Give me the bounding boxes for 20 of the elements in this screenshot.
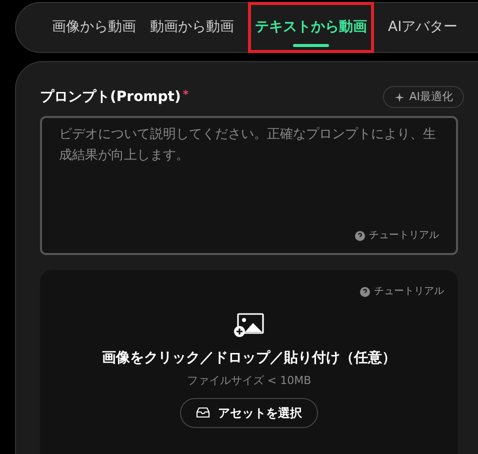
mode-tab[interactable]: 動画から動画 [150, 2, 234, 53]
mode-tab[interactable]: 画像から動画 [52, 2, 136, 53]
tutorial-link[interactable]: チュートリアル [355, 228, 439, 243]
tutorial-link[interactable]: チュートリアル [360, 284, 444, 299]
select-asset-button[interactable]: アセットを選択 [180, 398, 318, 428]
upload-title: 画像をクリック／ドロップ／貼り付け（任意） [102, 349, 396, 368]
tray-icon [196, 407, 210, 418]
add-image-icon [233, 313, 265, 338]
upload-area[interactable]: チュートリアル 画像をクリック／ドロップ／貼り付け（任意） ファイルサイズ < 10MB アセットを選択 [40, 270, 458, 454]
sparkle-icon [394, 92, 406, 102]
help-icon [360, 286, 370, 296]
mode-tab[interactable]: テキストから動画 [248, 2, 374, 53]
mode-tab[interactable]: AIアバター [388, 2, 458, 53]
prompt-input[interactable]: ビデオについて説明してください。正確なプロンプトにより、生成結果が向上します。 [59, 124, 439, 184]
prompt-label: プロンプト(Prompt)* [40, 86, 189, 106]
file-size-hint: ファイルサイズ < 10MB [186, 373, 312, 389]
help-icon [355, 230, 365, 240]
tab-underline [293, 44, 329, 47]
ai-optimize-button[interactable]: AI最適化 [383, 86, 464, 108]
prompt-field[interactable]: ビデオについて説明してください。正確なプロンプトにより、生成結果が向上します。 チュートリアル [40, 116, 458, 255]
